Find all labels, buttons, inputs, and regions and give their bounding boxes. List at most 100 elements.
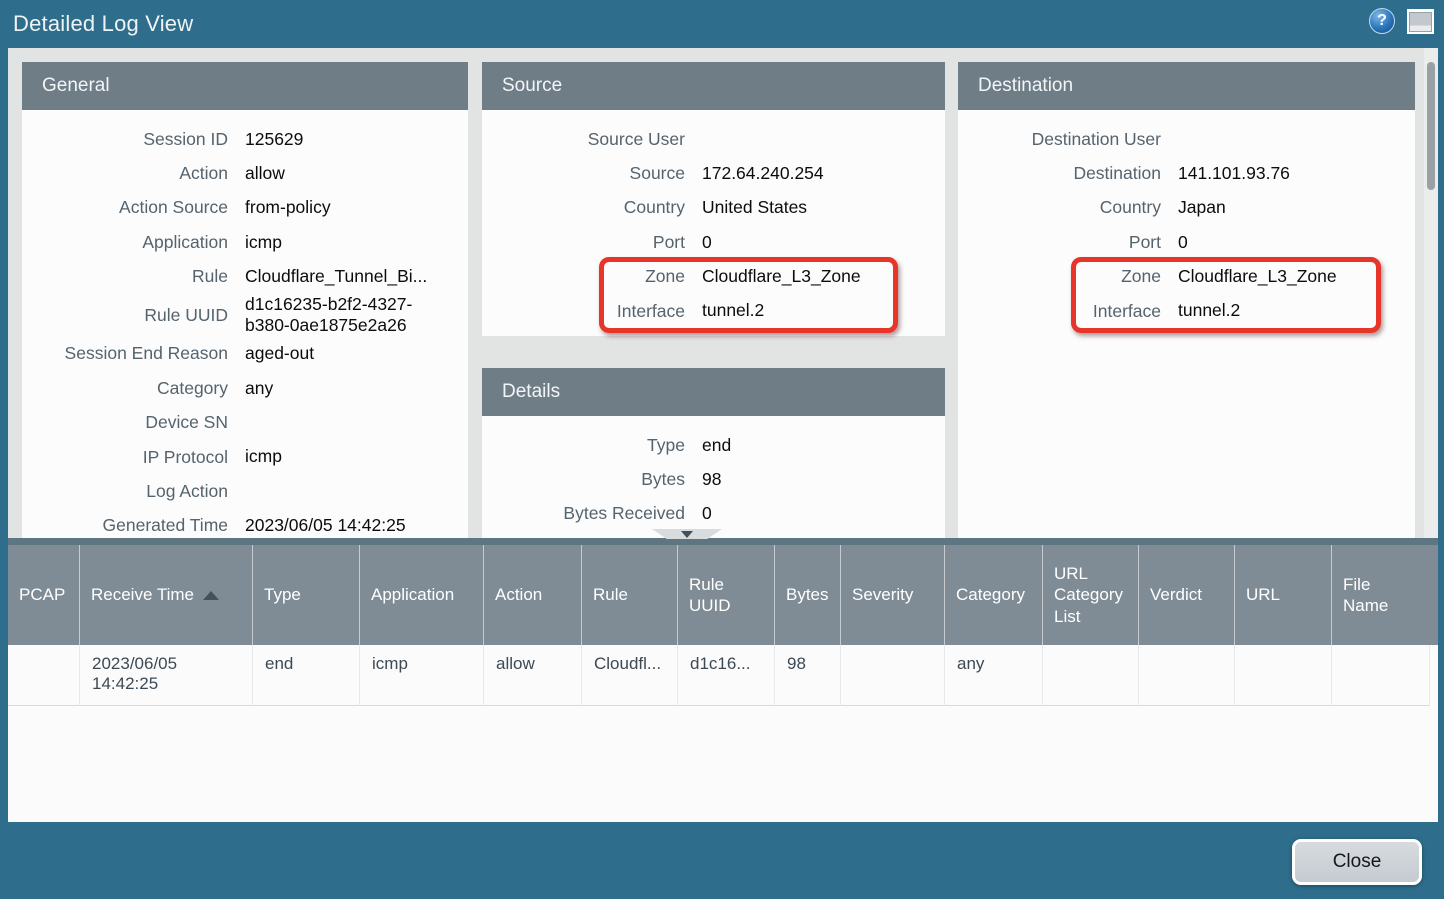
collapse-handle[interactable] [652, 529, 722, 539]
source-panel: Source Source User Source172.64.240.254 … [482, 62, 945, 336]
cell-file-name [1332, 645, 1430, 706]
cell-severity [841, 645, 945, 706]
field-label: Source [482, 163, 685, 184]
field-value: icmp [245, 446, 437, 467]
field-label: Interface [482, 301, 685, 322]
field-label: Country [482, 197, 685, 218]
field-label: Bytes [482, 469, 685, 490]
close-button[interactable]: Close [1292, 839, 1422, 885]
vertical-scrollbar[interactable] [1424, 48, 1438, 538]
cell-url [1235, 645, 1332, 706]
field-label: Country [958, 197, 1161, 218]
field-value: tunnel.2 [702, 300, 945, 321]
dialog-titlebar: Detailed Log View ? [0, 0, 1444, 48]
field-value: 141.101.93.76 [1178, 163, 1415, 184]
cell-url-category-list [1043, 645, 1139, 706]
column-header-bytes[interactable]: Bytes [775, 545, 841, 645]
field-value: end [702, 435, 945, 456]
cell-category: any [945, 645, 1043, 706]
field-label: Action [22, 163, 228, 184]
field-value: 0 [702, 232, 945, 253]
column-header-url-category-list[interactable]: URL Category List [1043, 545, 1139, 645]
field-label: Bytes Received [482, 503, 685, 524]
field-row-rule: Rule Cloudflare_Tunnel_Bi... [22, 260, 468, 294]
field-value: 125629 [245, 129, 437, 150]
cell-bytes: 98 [775, 645, 841, 706]
field-value: United States [702, 197, 945, 218]
scrollbar-thumb[interactable] [1427, 62, 1435, 190]
source-panel-header: Source [482, 62, 945, 110]
source-panel-rows: Source User Source172.64.240.254 Country… [482, 110, 945, 328]
field-row-destination-user: Destination User [958, 122, 1415, 156]
field-value: allow [245, 163, 437, 184]
column-header-rule[interactable]: Rule [582, 545, 678, 645]
field-row-ip-protocol: IP Protocolicmp [22, 440, 468, 474]
column-header-application[interactable]: Application [360, 545, 484, 645]
field-value: d1c16235-b2f2-4327-b380-0ae1875e2a26 [245, 294, 437, 337]
field-label: Log Action [22, 481, 228, 502]
destination-panel: Destination Destination User Destination… [958, 62, 1415, 538]
table-row[interactable]: 2023/06/05 14:42:25 end icmp allow Cloud… [8, 645, 1438, 706]
column-header-rule-uuid[interactable]: Rule UUID [678, 545, 775, 645]
help-icon[interactable]: ? [1369, 8, 1395, 34]
field-value: 172.64.240.254 [702, 163, 945, 184]
field-row-port: Port 0 [482, 225, 945, 259]
field-row-destination: Destination141.101.93.76 [958, 156, 1415, 190]
field-row-rule-uuid: Rule UUIDd1c16235-b2f2-4327-b380-0ae1875… [22, 294, 468, 337]
field-value: 0 [702, 503, 945, 524]
field-row-application: Applicationicmp [22, 225, 468, 259]
column-header-type[interactable]: Type [253, 545, 360, 645]
cell-application: icmp [360, 645, 484, 706]
field-row-category: Categoryany [22, 371, 468, 405]
field-value: 98 [702, 469, 945, 490]
column-header-category[interactable]: Category [945, 545, 1043, 645]
destination-panel-header: Destination [958, 62, 1415, 110]
field-row-port: Port0 [958, 225, 1415, 259]
field-value: any [245, 378, 437, 399]
cell-verdict [1139, 645, 1235, 706]
column-header-severity[interactable]: Severity [841, 545, 945, 645]
field-row-zone: ZoneCloudflare_L3_Zone [958, 260, 1415, 294]
panel-table-splitter [8, 538, 1438, 545]
cell-pcap [8, 645, 80, 706]
general-panel-rows: Session ID125629 Actionallow Action Sour… [22, 110, 468, 538]
window-restore-glyph [1410, 13, 1431, 31]
cell-rule-uuid: d1c16... [678, 645, 775, 706]
column-header-verdict[interactable]: Verdict [1139, 545, 1235, 645]
dialog-body: General Session ID125629 Actionallow Act… [8, 48, 1438, 822]
field-value: Japan [1178, 197, 1415, 218]
field-row-zone: ZoneCloudflare_L3_Zone [482, 260, 945, 294]
field-value: Cloudflare_Tunnel_Bi... [245, 266, 437, 287]
column-header-receive-time[interactable]: Receive Time [80, 545, 253, 645]
field-value: 0 [1178, 232, 1415, 253]
field-row-action: Action allow [22, 156, 468, 190]
field-label: Destination User [958, 129, 1161, 150]
field-label: Port [482, 232, 685, 253]
field-row-generated-time: Generated Time 2023/06/05 14:42:25 [22, 509, 468, 538]
log-table: PCAP Receive Time Type Application Actio… [8, 545, 1438, 822]
cell-rule: Cloudfl... [582, 645, 678, 706]
column-header-action[interactable]: Action [484, 545, 582, 645]
field-row-interface: Interface tunnel.2 [482, 294, 945, 328]
field-row-session-end-reason: Session End Reasonaged-out [22, 337, 468, 371]
details-panel-rows: Typeend Bytes98 Bytes Received0 [482, 416, 945, 531]
field-row-source: Source 172.64.240.254 [482, 156, 945, 190]
field-label: Rule [22, 266, 228, 287]
column-header-file-name[interactable]: File Name [1332, 545, 1430, 645]
details-panel: Details Typeend Bytes98 Bytes Received0 [482, 368, 945, 538]
column-header-pcap[interactable]: PCAP [8, 545, 80, 645]
field-label: Generated Time [22, 515, 228, 536]
general-panel: General Session ID125629 Actionallow Act… [22, 62, 468, 538]
sort-ascending-icon [203, 591, 219, 600]
field-value: Cloudflare_L3_Zone [1178, 266, 1415, 287]
field-row-country: Country United States [482, 191, 945, 225]
details-panel-header: Details [482, 368, 945, 416]
field-label: Device SN [22, 412, 228, 433]
column-header-url[interactable]: URL [1235, 545, 1332, 645]
field-row-country: Country Japan [958, 191, 1415, 225]
field-value: 2023/06/05 14:42:25 [245, 515, 437, 536]
field-label: Session End Reason [22, 343, 228, 364]
window-restore-icon[interactable] [1407, 9, 1434, 34]
field-value: icmp [245, 232, 437, 253]
field-label: Zone [482, 266, 685, 287]
